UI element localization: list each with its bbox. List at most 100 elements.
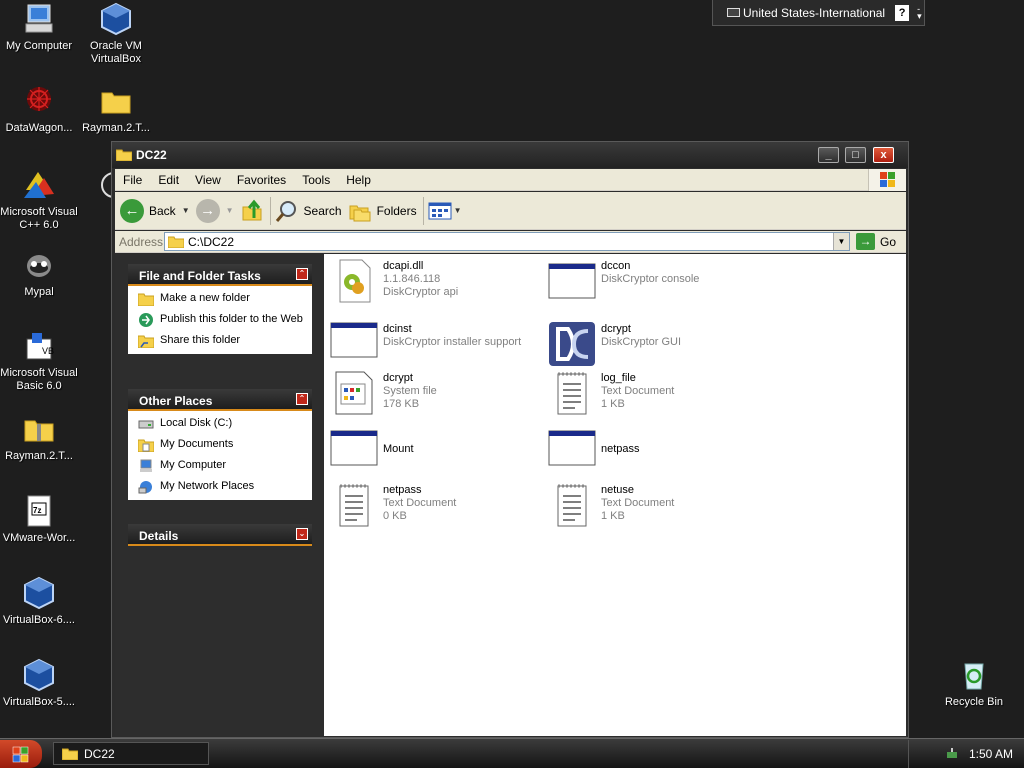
menu-tools[interactable]: Tools bbox=[294, 173, 338, 187]
file-item[interactable]: dcrypt DiskCryptor GUI bbox=[548, 321, 763, 369]
forward-button[interactable]: → ▼ bbox=[195, 196, 234, 226]
file-item[interactable]: dccon DiskCryptor console bbox=[548, 258, 763, 306]
desktop-icon-mypal[interactable]: Mypal bbox=[0, 248, 78, 299]
file-item[interactable]: netpass Text Document 0 KB bbox=[330, 482, 545, 530]
desktop-icon-visual-basic[interactable]: VB Microsoft Visual Basic 6.0 bbox=[0, 329, 78, 393]
task-label[interactable]: Make a new folder bbox=[160, 292, 250, 305]
expand-icon[interactable]: ⌄ bbox=[296, 528, 308, 540]
start-button[interactable] bbox=[0, 740, 42, 768]
menu-favorites[interactable]: Favorites bbox=[229, 173, 294, 187]
clock[interactable]: 1:50 AM bbox=[969, 747, 1013, 761]
file-item[interactable]: dcrypt System file 178 KB bbox=[330, 370, 545, 418]
svg-text:7z: 7z bbox=[33, 506, 41, 515]
place-label[interactable]: My Computer bbox=[160, 459, 226, 472]
desktop-icon-rayman-partial[interactable] bbox=[77, 168, 111, 206]
back-button[interactable]: ← Back ▼ bbox=[120, 196, 190, 226]
address-value[interactable]: C:\DC22 bbox=[188, 235, 234, 249]
file-item[interactable]: netuse Text Document 1 KB bbox=[548, 482, 763, 530]
place-label[interactable]: My Network Places bbox=[160, 480, 254, 493]
desktop-icon-my-computer[interactable]: My Computer bbox=[0, 2, 78, 53]
task-publish-folder[interactable]: Publish this folder to the Web bbox=[138, 313, 304, 327]
desktop-icon-virtualbox-5[interactable]: VirtualBox-5.... bbox=[0, 658, 78, 709]
panel-header[interactable]: File and Folder Tasks ⌃ bbox=[128, 264, 312, 286]
panel-header[interactable]: Other Places ⌃ bbox=[128, 389, 312, 411]
address-bar: Address C:\DC22 ▼ → Go bbox=[115, 231, 906, 253]
folders-label: Folders bbox=[376, 203, 417, 218]
place-my-documents[interactable]: My Documents bbox=[138, 438, 304, 452]
datawagon-icon bbox=[27, 87, 51, 111]
help-icon[interactable]: ? bbox=[895, 4, 910, 21]
desktop-icon-vmware[interactable]: 7z VMware-Wor... bbox=[0, 494, 78, 545]
collapse-icon[interactable]: ⌃ bbox=[296, 268, 308, 280]
collapse-icon[interactable]: ⌃ bbox=[296, 393, 308, 405]
task-make-new-folder[interactable]: Make a new folder bbox=[138, 292, 304, 306]
go-button[interactable]: → Go bbox=[856, 233, 896, 250]
go-label: Go bbox=[880, 234, 897, 249]
drive-icon bbox=[138, 420, 154, 429]
toolbar-separator bbox=[422, 196, 424, 225]
search-button[interactable]: Search bbox=[275, 196, 342, 226]
file-item[interactable]: dcinst DiskCryptor installer support bbox=[330, 321, 545, 369]
desktop-icon-rayman-folder[interactable]: Rayman.2.T... bbox=[77, 84, 155, 135]
desktop-icon-rayman-zip[interactable]: Rayman.2.T... bbox=[0, 412, 78, 463]
chevron-down-icon[interactable]: ▼ bbox=[833, 233, 849, 250]
file-item[interactable]: log_file Text Document 1 KB bbox=[548, 370, 763, 418]
desktop-icon-virtualbox[interactable]: Oracle VM VirtualBox bbox=[77, 2, 155, 66]
file-item[interactable]: netpass bbox=[548, 429, 763, 477]
language-bar[interactable]: United States-International ? - ▾ bbox=[712, 0, 925, 26]
taskbar-button-dc22[interactable]: DC22 bbox=[53, 742, 209, 765]
up-folder-button[interactable] bbox=[240, 196, 264, 226]
desktop-icon-label: VirtualBox-6.... bbox=[3, 614, 75, 626]
menu-edit[interactable]: Edit bbox=[150, 173, 187, 187]
file-view: dcapi.dll 1.1.846.118 DiskCryptor api dc… bbox=[324, 254, 906, 736]
visual-cpp-icon bbox=[24, 172, 54, 198]
menu-view[interactable]: View bbox=[187, 173, 229, 187]
place-label[interactable]: My Documents bbox=[160, 438, 233, 451]
task-share-folder[interactable]: Share this folder bbox=[138, 334, 304, 348]
svg-text:VB: VB bbox=[42, 346, 54, 356]
menu-bar: File Edit View Favorites Tools Help bbox=[115, 169, 906, 191]
maximize-button[interactable]: □ bbox=[845, 147, 866, 163]
views-icon bbox=[428, 202, 452, 219]
folders-button[interactable]: Folders bbox=[348, 196, 417, 226]
desktop-icon-label: My Computer bbox=[5, 40, 73, 52]
place-my-computer[interactable]: My Computer bbox=[138, 459, 304, 473]
close-button[interactable]: x bbox=[873, 147, 894, 163]
place-local-disk[interactable]: Local Disk (C:) bbox=[138, 417, 304, 431]
desktop-icon-virtualbox-6[interactable]: VirtualBox-6.... bbox=[0, 576, 78, 627]
file-item[interactable]: Mount bbox=[330, 429, 545, 477]
text-document-icon bbox=[557, 484, 587, 527]
desktop-icon-recycle-bin[interactable]: Recycle Bin bbox=[935, 658, 1013, 709]
task-label[interactable]: Share this folder bbox=[160, 334, 240, 347]
chevron-down-icon[interactable]: ▼ bbox=[454, 206, 462, 215]
minimize-button[interactable]: _ bbox=[818, 147, 839, 163]
menu-file[interactable]: File bbox=[115, 173, 150, 187]
chevron-down-icon[interactable]: ▼ bbox=[182, 206, 190, 215]
address-field[interactable]: C:\DC22 ▼ bbox=[164, 232, 850, 251]
chevron-down-icon[interactable]: ▼ bbox=[226, 206, 234, 215]
place-label[interactable]: Local Disk (C:) bbox=[160, 417, 232, 430]
dll-icon bbox=[339, 259, 371, 303]
my-computer-icon bbox=[140, 459, 152, 472]
folder-icon bbox=[116, 149, 132, 161]
file-info: DiskCryptor GUI bbox=[601, 336, 682, 348]
title-bar[interactable]: DC22 _ □ x bbox=[112, 142, 908, 168]
panel-header[interactable]: Details ⌄ bbox=[128, 524, 312, 546]
task-label[interactable]: Publish this folder to the Web bbox=[160, 313, 303, 326]
desktop-icon-visual-cpp[interactable]: Microsoft Visual C++ 6.0 bbox=[0, 168, 78, 232]
desktop-icon-datawagon[interactable]: DataWagon... bbox=[0, 84, 78, 135]
safely-remove-hardware-icon[interactable] bbox=[945, 747, 959, 761]
views-button[interactable]: ▼ bbox=[428, 196, 462, 226]
keyboard-icon bbox=[727, 8, 740, 17]
language-bar-options-icon[interactable]: - ▾ bbox=[917, 4, 922, 20]
network-places-icon bbox=[138, 481, 152, 494]
desktop-icon-label: Rayman.2.T... bbox=[82, 122, 150, 134]
desktop-icon-label: Recycle Bin bbox=[944, 696, 1004, 708]
language-label[interactable]: United States-International bbox=[743, 6, 885, 20]
new-folder-icon bbox=[138, 293, 154, 306]
file-item[interactable]: dcapi.dll 1.1.846.118 DiskCryptor api bbox=[330, 258, 545, 306]
7z-archive-icon: 7z bbox=[27, 495, 51, 527]
explorer-window: DC22 _ □ x File Edit View Favorites Tool… bbox=[111, 141, 909, 738]
menu-help[interactable]: Help bbox=[338, 173, 379, 187]
place-my-network-places[interactable]: My Network Places bbox=[138, 480, 304, 494]
